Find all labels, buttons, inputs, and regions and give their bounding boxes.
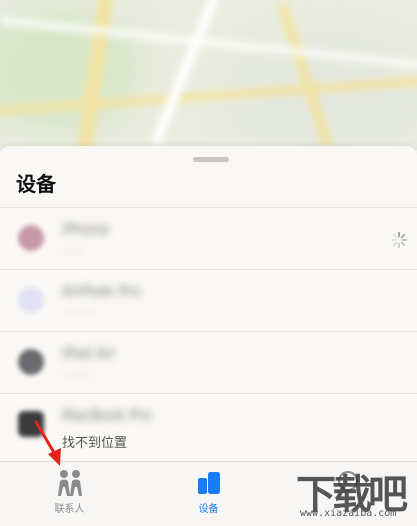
ipad-thumb-icon (18, 349, 44, 375)
device-row[interactable]: AirPods Pro ·········· (0, 270, 417, 332)
device-subtitle: ······ (62, 244, 83, 257)
airpods-thumb-icon (18, 287, 44, 313)
red-arrow-icon (34, 420, 61, 466)
tab-devices-label: 设备 (198, 504, 219, 515)
device-row[interactable]: iPad Air ········· (0, 332, 417, 394)
watermark-url: www.xiazaiba.com (300, 508, 397, 519)
tab-devices[interactable]: 设备 (139, 462, 278, 526)
tab-people[interactable]: 联系人 (0, 462, 139, 526)
phone-thumb-icon (18, 225, 44, 251)
device-subtitle: ········· (62, 368, 94, 381)
device-name: AirPods Pro (62, 284, 141, 300)
map-view[interactable] (0, 0, 417, 150)
device-status: 找不到位置 (62, 436, 128, 451)
sheet-title: 设备 (16, 172, 56, 196)
device-subtitle: ·········· (62, 306, 97, 319)
device-row[interactable]: iPhone ······ (0, 208, 417, 270)
device-name: iPad Air (62, 346, 115, 362)
people-icon (57, 470, 82, 496)
device-name: MacBook Pro (62, 408, 152, 424)
tab-people-label: 联系人 (54, 504, 85, 515)
device-name: iPhone (62, 222, 110, 238)
devices-sheet: 设备 iPhone ······ AirPods Pro ·········· … (0, 146, 417, 461)
devices-icon (197, 472, 220, 494)
loading-spinner-icon (390, 231, 408, 249)
sheet-grabber[interactable] (193, 157, 229, 162)
